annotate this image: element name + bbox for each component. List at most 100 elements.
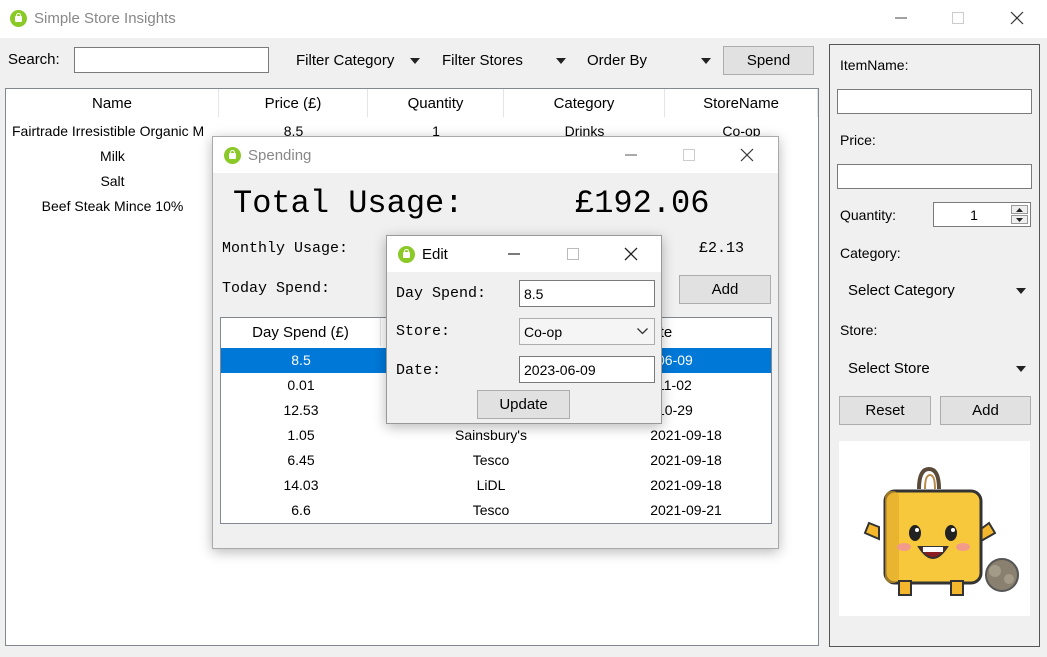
chevron-down-icon: [637, 328, 648, 335]
stepper-up-button[interactable]: [1011, 205, 1028, 214]
table-row[interactable]: 1.05 Sainsbury's 2021-09-18: [221, 423, 771, 448]
total-usage-value: £192.06: [575, 185, 710, 222]
edit-titlebar: Edit: [387, 236, 661, 272]
minimize-icon: [508, 253, 520, 255]
search-label: Search:: [8, 51, 60, 68]
minimize-icon: [895, 17, 907, 19]
stepper-buttons: [1011, 205, 1028, 224]
close-icon: [1010, 11, 1024, 25]
day-spend-cell: 12.53: [283, 402, 319, 418]
add-item-button[interactable]: Add: [940, 396, 1031, 425]
column-header-name[interactable]: Name: [6, 89, 219, 117]
chevron-down-icon: [410, 58, 420, 64]
app-logo-icon: [10, 10, 27, 27]
store-combobox-value: Co-op: [524, 323, 563, 340]
column-header-date-fragment[interactable]: te: [660, 318, 673, 346]
sidebar-panel: ItemName: Price: Quantity: 1 Category: S…: [829, 44, 1040, 647]
edit-close-button[interactable]: [608, 236, 654, 272]
minimize-button[interactable]: [878, 0, 924, 36]
edit-store-label: Store:: [396, 323, 451, 340]
monthly-usage-value: £2.13: [699, 240, 745, 257]
stepper-down-button[interactable]: [1011, 215, 1028, 224]
spending-minimize-button[interactable]: [608, 137, 654, 173]
maximize-icon: [567, 248, 579, 260]
spend-button[interactable]: Spend: [723, 46, 814, 75]
chevron-down-icon: [556, 58, 566, 64]
filter-stores-label: Filter Stores: [442, 51, 523, 69]
quantity-stepper[interactable]: 1: [933, 202, 1031, 227]
edit-window-title: Edit: [422, 246, 448, 263]
column-header-quantity[interactable]: Quantity: [368, 89, 504, 117]
window-title: Simple Store Insights: [34, 10, 176, 27]
shopping-bag-mascot-icon: [863, 466, 1019, 596]
spending-maximize-button[interactable]: [666, 137, 712, 173]
store-cell: LiDL: [476, 477, 506, 493]
spending-add-button[interactable]: Add: [679, 275, 771, 304]
table-row[interactable]: 6.6 Tesco 2021-09-21: [221, 498, 771, 523]
day-spend-input[interactable]: 8.5: [519, 280, 655, 307]
app-logo-icon: [398, 246, 415, 263]
filter-category-dropdown[interactable]: Filter Category: [290, 47, 424, 73]
date-cell: 10-29: [657, 402, 693, 418]
edit-minimize-button[interactable]: [491, 236, 537, 272]
close-icon: [624, 247, 638, 261]
column-header-day-spend[interactable]: Day Spend (£): [221, 318, 381, 346]
day-spend-cell: 6.6: [291, 502, 311, 518]
mascot-image: [839, 441, 1030, 616]
search-input[interactable]: [74, 47, 269, 73]
spending-window-title: Spending: [248, 147, 312, 164]
reset-button[interactable]: Reset: [839, 396, 931, 425]
chevron-down-icon: [1016, 217, 1023, 222]
item-name-cell: Fairtrade Irresistible Organic M: [12, 123, 205, 139]
maximize-button[interactable]: [935, 0, 981, 36]
store-cell: Sainsbury's: [455, 427, 527, 443]
price-input[interactable]: [837, 164, 1032, 189]
maximize-icon: [683, 149, 695, 161]
chevron-up-icon: [1016, 207, 1023, 212]
edit-maximize-button[interactable]: [550, 236, 596, 272]
edit-window: Edit Day Spend: 8.5 Store: Co-op Date: 2…: [386, 235, 662, 424]
quantity-label: Quantity:: [840, 207, 897, 223]
minimize-icon: [625, 154, 637, 156]
date-cell: 2021-09-18: [650, 427, 722, 443]
store-select-label: Select Store: [848, 359, 930, 377]
spending-titlebar: Spending: [213, 137, 778, 173]
spending-close-button[interactable]: [724, 137, 770, 173]
item-name-cell: Milk: [100, 148, 125, 164]
day-spend-cell: 8.5: [291, 352, 311, 368]
table-row[interactable]: 6.45 Tesco 2021-09-18: [221, 448, 771, 473]
category-select[interactable]: Select Category: [840, 277, 1030, 303]
date-cell: 2021-09-18: [650, 452, 722, 468]
day-spend-cell: 14.03: [283, 477, 319, 493]
date-cell: 2021-09-18: [650, 477, 722, 493]
store-label: Store:: [840, 322, 878, 338]
day-spend-cell: 1.05: [287, 427, 315, 443]
date-input[interactable]: 2023-06-09: [519, 356, 655, 383]
table-row[interactable]: 14.03 LiDL 2021-09-18: [221, 473, 771, 498]
main-titlebar: Simple Store Insights: [0, 0, 1047, 38]
date-cell: 2021-09-21: [650, 502, 722, 518]
today-spend-label: Today Spend:: [222, 280, 331, 297]
monthly-usage-label: Monthly Usage:: [222, 240, 349, 257]
store-select[interactable]: Select Store: [840, 355, 1030, 381]
date-cell: 06-09: [657, 352, 693, 368]
close-button[interactable]: [994, 0, 1040, 36]
store-combobox[interactable]: Co-op: [519, 318, 655, 345]
filter-stores-dropdown[interactable]: Filter Stores: [436, 47, 570, 73]
category-label: Category:: [840, 245, 901, 261]
maximize-icon: [952, 12, 964, 24]
column-header-category[interactable]: Category: [504, 89, 665, 117]
update-button[interactable]: Update: [477, 390, 570, 419]
chevron-down-icon: [701, 58, 711, 64]
chevron-down-icon: [1016, 288, 1026, 294]
close-icon: [740, 148, 754, 162]
item-name-input[interactable]: [837, 89, 1032, 114]
item-name-cell: Beef Steak Mince 10%: [41, 198, 184, 214]
date-cell: 11-02: [657, 377, 692, 393]
quantity-value: 1: [970, 206, 978, 223]
column-header-price[interactable]: Price (£): [219, 89, 368, 117]
column-header-storename[interactable]: StoreName: [665, 89, 818, 117]
order-by-dropdown[interactable]: Order By: [581, 47, 715, 73]
day-spend-label: Day Spend:: [396, 285, 487, 302]
category-select-label: Select Category: [848, 281, 955, 299]
